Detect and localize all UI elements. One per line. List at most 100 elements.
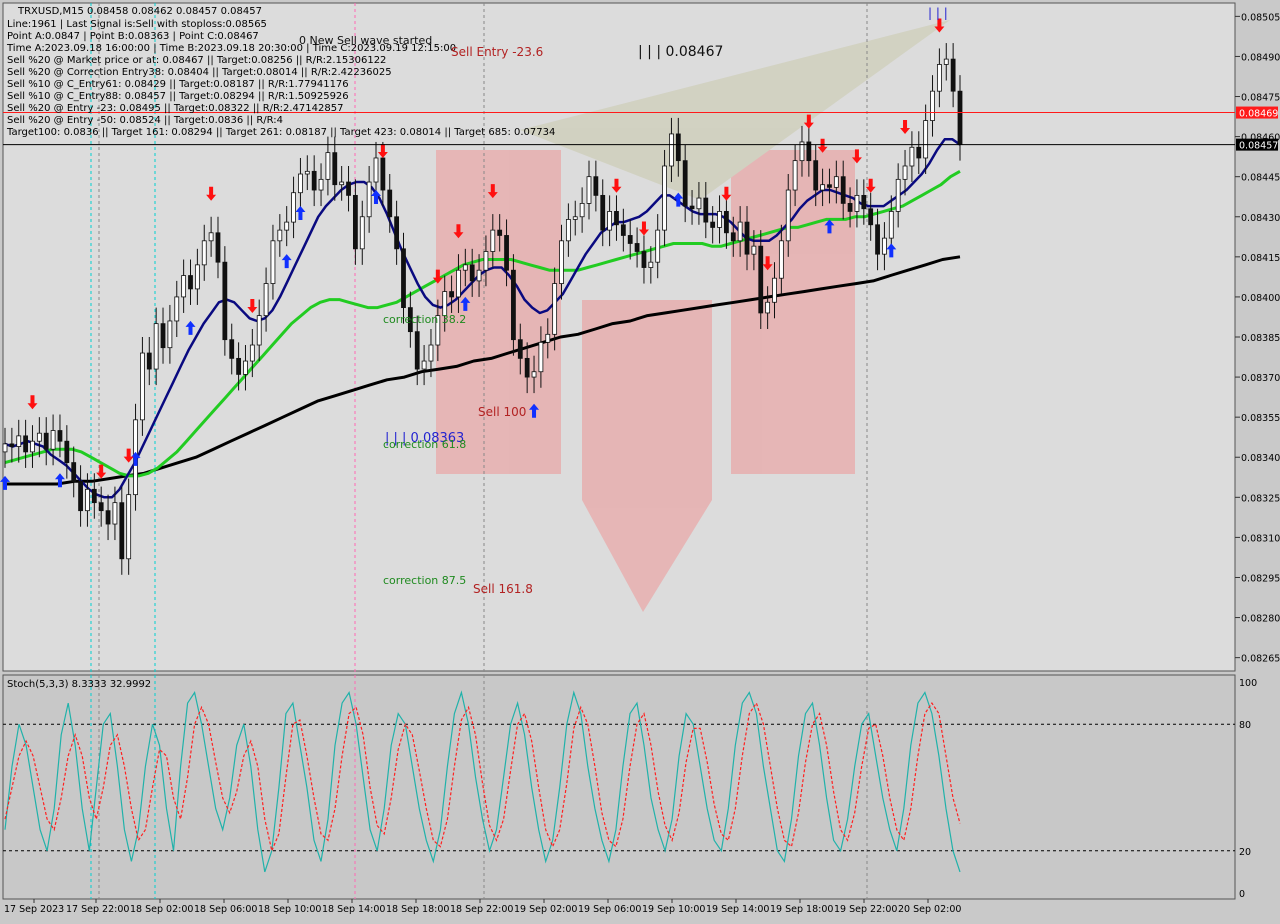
candle-body [778,240,784,279]
candle-body [146,352,152,370]
candle-body [236,357,241,375]
candle-body [675,133,681,162]
candle-body [936,64,942,92]
candle-body [538,341,544,373]
candle-body [517,339,523,359]
candle-body [112,502,118,525]
sell-entry-label: Sell Entry -23.6 [451,45,543,59]
candle-body [456,269,461,298]
candle-body [140,352,145,421]
info-line: Sell %10 @ C_Entry61: 0.08429 || Target:… [7,79,349,90]
x-tick-label: 19 Sep 02:00 [514,904,577,915]
candle-body [57,430,63,442]
candle-body [682,160,688,207]
y-tick-label: 0.08445 [1241,173,1280,184]
y-tick-label: 0.08355 [1241,413,1280,424]
x-tick-label: 19 Sep 14:00 [706,904,769,915]
candle-body [875,224,880,255]
y-tick-label: 0.08280 [1241,614,1280,625]
candle-body [229,339,235,359]
y-tick-label: 0.08340 [1241,453,1280,464]
candle-body [311,170,317,191]
correction-87-label: correction 87.5 [383,574,466,587]
candle-body [359,216,365,250]
stoch-y-tick-label: 80 [1239,720,1251,731]
candle-body [620,224,626,236]
candle-body [291,192,296,223]
candle-body [854,194,860,212]
y-tick-label: 0.08325 [1241,493,1280,504]
x-tick-label: 20 Sep 02:00 [898,904,961,915]
info-line: Point A:0.0847 | Point B:0.08363 | Point… [7,31,259,42]
candle-body [710,221,716,228]
candle-body [277,229,283,242]
candle-body [105,510,111,525]
candle-body [689,205,695,210]
candle-body [641,251,647,268]
candle-body [394,216,400,250]
candle-body [483,251,489,271]
x-tick-label: 19 Sep 22:00 [834,904,897,915]
candle-body [703,197,709,223]
candle-body [614,211,619,226]
stoch-y-tick-label: 0 [1239,889,1245,900]
y-tick-label: 0.08370 [1241,373,1280,384]
candle-body [950,58,956,92]
candle-body [662,165,667,231]
candle-body [916,146,922,159]
candle-body [593,176,599,196]
candle-body [737,221,743,242]
candle-body [91,488,97,504]
candle-body [346,181,351,196]
y-tick-label: 0.08475 [1241,93,1280,104]
candle-body [71,462,77,482]
stoch-title: Stoch(5,3,3) 8.3333 32.9992 [7,679,151,690]
candle-body [153,323,159,370]
sell-100-label: Sell 100 [478,405,526,419]
x-tick-label: 18 Sep 18:00 [386,904,449,915]
chart-root: 0.08505 0.08490 0.08475 0.08460 0.08445 0.084… [0,0,1280,920]
candle-body [572,216,578,220]
x-tick-label: 17 Sep 2023 [4,904,64,915]
candle-body [627,235,633,244]
candle-body [208,232,214,242]
candle-body [511,269,516,341]
symbol-header: TRXUSD,M15 0.08458 0.08462 0.08457 0.084… [17,6,262,17]
candle-body [600,194,606,231]
x-tick-label: 19 Sep 18:00 [770,904,833,915]
candle-body [820,184,825,191]
candle-body [497,229,503,236]
info-line: Sell %20 @ Correction Entry38: 0.08404 |… [7,67,392,78]
candle-body [579,202,585,218]
correction-38-label: correction 38.2 [383,313,466,326]
candle-body [256,315,262,346]
candle-body [765,301,771,314]
candle-body [724,211,729,234]
point-c-label: | | | 0.08467 [638,44,723,60]
candle-body [401,248,406,309]
candle-body [36,432,42,442]
candle-body [634,243,640,252]
price-label-text: 0.08469 [1239,109,1278,120]
candle-body [201,240,207,266]
candle-body [552,283,558,335]
info-line: Target100: 0.0836 || Target 161: 0.08294… [6,127,555,138]
candle-body [868,208,874,226]
candle-body [2,443,8,453]
x-tick-label: 17 Sep 22:00 [66,904,129,915]
candle-body [785,189,791,242]
candle-body [332,152,338,186]
x-tick-label: 18 Sep 02:00 [130,904,193,915]
candle-body [813,160,819,191]
candle-body [50,430,56,450]
candle-body [160,323,166,349]
candle-body [249,344,255,362]
candle-body [923,120,929,159]
candle-body [476,269,482,282]
candle-body [98,502,104,512]
candle-body [167,320,173,349]
correction-61-label: correction 61.8 [383,438,466,451]
x-tick-label: 18 Sep 06:00 [194,904,257,915]
y-tick-label: 0.08265 [1241,654,1280,665]
candle-body [655,229,661,263]
